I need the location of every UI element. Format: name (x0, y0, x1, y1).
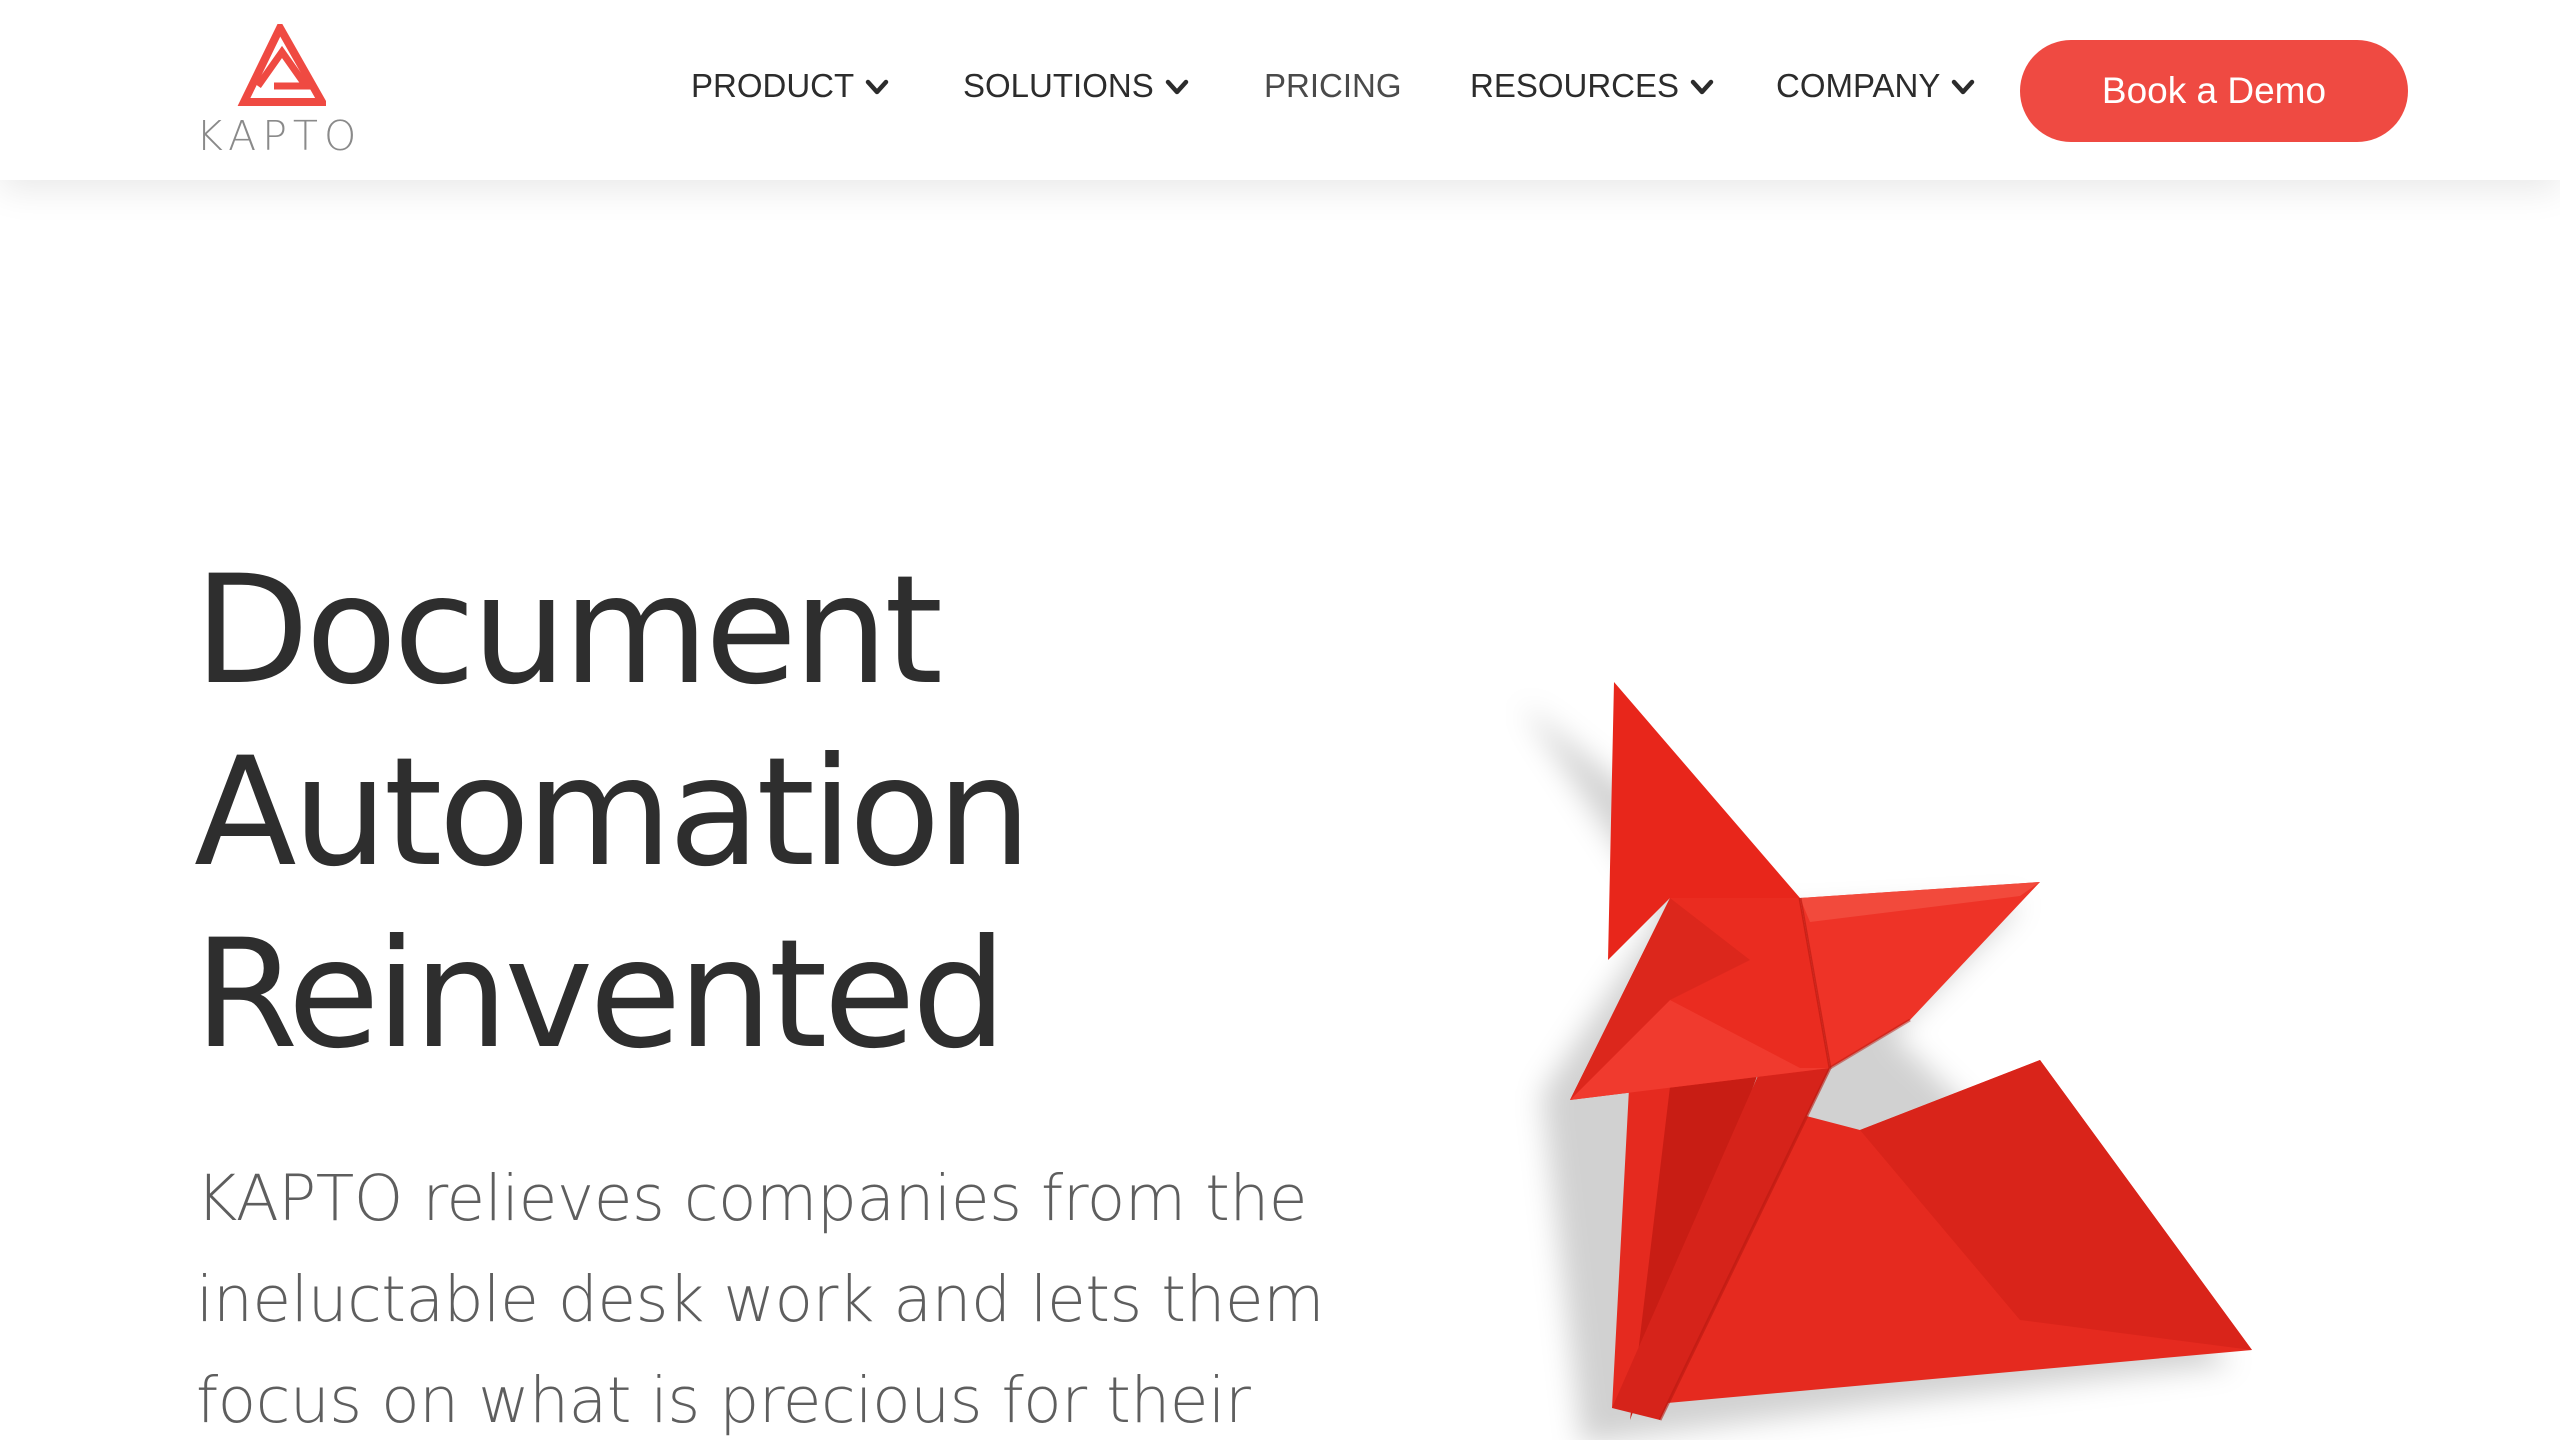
nav-item-label: PRODUCT (691, 67, 855, 104)
book-demo-button[interactable]: Book a Demo (2020, 40, 2408, 142)
chevron-down-icon (865, 79, 889, 95)
hero-subtitle-line: KAPTO relieves companies from the (196, 1162, 1308, 1235)
hero-subtitle: KAPTO relieves companies from the ineluc… (196, 1148, 1346, 1451)
chevron-down-icon (1952, 79, 1975, 95)
chevron-down-icon (1165, 79, 1188, 95)
nav-item-label: PRICING (1264, 67, 1402, 104)
nav-item-label: COMPANY (1776, 67, 1941, 104)
hero-subtitle-line: ineluctable desk work and lets them (196, 1263, 1325, 1336)
chevron-down-icon (1690, 79, 1714, 95)
nav-item-product[interactable]: PRODUCT (691, 62, 890, 110)
hero-title-line: Automation (194, 726, 1032, 900)
hero-title: Document Automation Reinvented (194, 540, 1294, 1086)
hero-subtitle-line: focus on what is precious for their (196, 1364, 1251, 1437)
nav-item-label: SOLUTIONS (963, 67, 1154, 104)
red-origami-fox-illustration (1522, 682, 2252, 1440)
nav-item-solutions[interactable]: SOLUTIONS (963, 62, 1190, 110)
hero-title-line: Reinvented (194, 908, 1007, 1082)
site-header: KAPTO PRODUCT SOLUTIONS PRICING RESOURCE… (0, 0, 2560, 180)
nav-item-pricing[interactable]: PRICING (1264, 62, 1402, 110)
nav-item-resources[interactable]: RESOURCES (1470, 62, 1715, 110)
nav-item-label: RESOURCES (1470, 67, 1680, 104)
hero-title-line: Document (194, 544, 943, 718)
nav-item-company[interactable]: COMPANY (1776, 62, 1976, 110)
